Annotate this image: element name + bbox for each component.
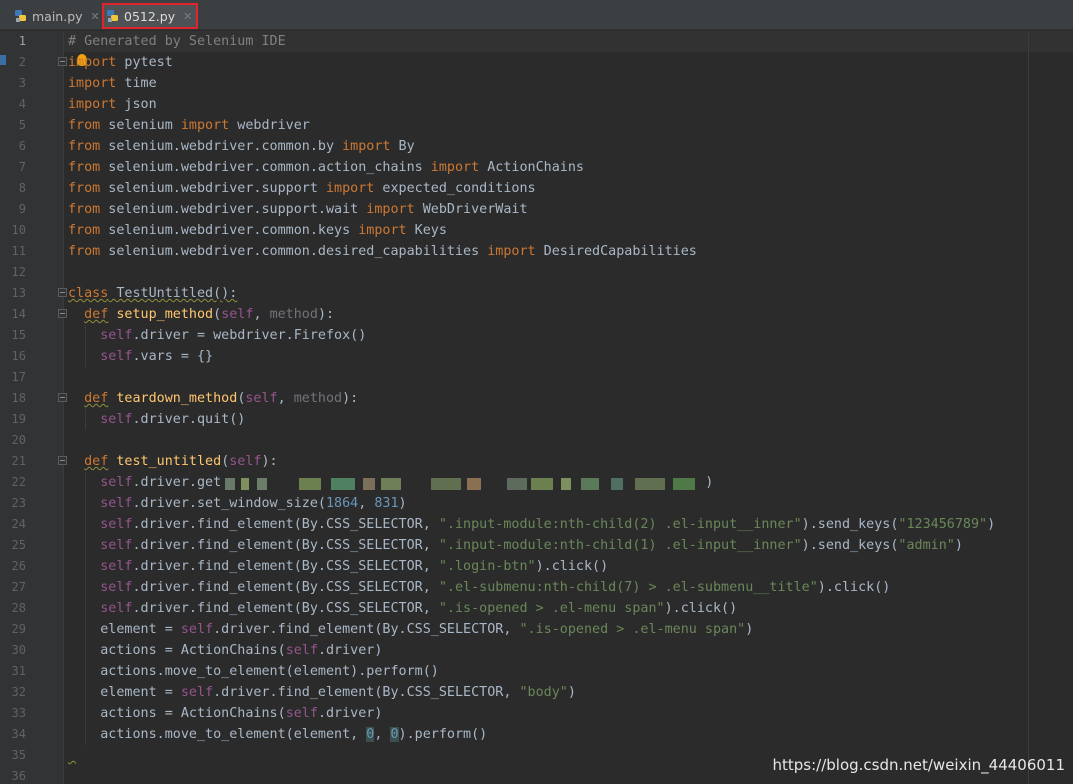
line-number: 3 — [18, 76, 26, 90]
line-number: 33 — [11, 706, 26, 720]
line-number: 6 — [18, 139, 26, 153]
line-number: 16 — [11, 349, 26, 363]
code-line-18: def teardown_method(self, method): — [84, 391, 359, 406]
code-line-7: from selenium.webdriver.common.action_ch… — [68, 160, 584, 175]
code-line-4: import json — [68, 97, 157, 112]
line-number: 34 — [11, 727, 26, 741]
line-number: 4 — [18, 97, 26, 111]
code-line-10: from selenium.webdriver.common.keys impo… — [68, 223, 447, 238]
line-number: 21 — [11, 454, 26, 468]
line-number: 11 — [11, 244, 26, 258]
code-line-16: self.vars = {} — [100, 349, 214, 364]
tab-0512-py[interactable]: 0512.py ✕ — [102, 3, 198, 29]
line-number: 5 — [18, 118, 26, 132]
line-number: 31 — [11, 664, 26, 678]
code-line-30: actions = ActionChains(self.driver) — [100, 643, 383, 658]
line-number: 27 — [11, 580, 26, 594]
python-file-icon — [107, 10, 118, 22]
code-line-34: actions.move_to_element(element, 0, 0).p… — [100, 727, 488, 742]
code-line-28: self.driver.find_element(By.CSS_SELECTOR… — [100, 601, 738, 616]
tab-label: 0512.py — [124, 8, 176, 24]
code-line-31: actions.move_to_element(element).perform… — [100, 664, 439, 679]
close-icon[interactable]: ✕ — [183, 10, 192, 23]
line-number: 17 — [11, 370, 26, 384]
line-number: 10 — [11, 223, 26, 237]
code-editor[interactable]: # Generated by Selenium IDE import pytes… — [65, 31, 1073, 784]
code-line-5: from selenium import webdriver — [68, 118, 310, 133]
line-number: 8 — [18, 181, 26, 195]
code-line-1: # Generated by Selenium IDE — [68, 34, 286, 49]
line-number: 12 — [11, 265, 26, 279]
line-number: 36 — [11, 769, 26, 783]
code-line-24: self.driver.find_element(By.CSS_SELECTOR… — [100, 517, 996, 532]
line-number: 9 — [18, 202, 26, 216]
code-line-8: from selenium.webdriver.support import e… — [68, 181, 536, 196]
code-line-32: element = self.driver.find_element(By.CS… — [100, 685, 576, 700]
editor-tab-bar: main.py ✕ 0512.py ✕ — [0, 0, 1073, 30]
line-number: 15 — [11, 328, 26, 342]
code-line-26: self.driver.find_element(By.CSS_SELECTOR… — [100, 559, 609, 574]
code-line-33: actions = ActionChains(self.driver) — [100, 706, 383, 721]
code-line-14: def setup_method(self, method): — [84, 307, 335, 322]
line-number: 28 — [11, 601, 26, 615]
line-number: 24 — [11, 517, 26, 531]
tab-main-py[interactable]: main.py ✕ — [10, 3, 100, 29]
line-number: 20 — [11, 433, 26, 447]
python-file-icon — [15, 10, 26, 22]
tool-window-marker — [0, 55, 6, 65]
line-number: 35 — [11, 748, 26, 762]
close-icon[interactable]: ✕ — [91, 10, 100, 23]
code-line-9: from selenium.webdriver.support.wait imp… — [68, 202, 528, 217]
line-number: 2 — [18, 55, 26, 69]
code-line-21: def test_untitled(self): — [84, 454, 278, 469]
line-number: 22 — [11, 475, 26, 489]
line-number: 14 — [11, 307, 26, 321]
code-line-19: self.driver.quit() — [100, 412, 246, 427]
line-number: 18 — [11, 391, 26, 405]
line-number: 29 — [11, 622, 26, 636]
ide-window: main.py ✕ 0512.py ✕ 1 2 3 4 5 6 7 8 9 10 11 12 13 14 1… — [0, 0, 1073, 784]
redacted-url — [221, 474, 705, 490]
code-line-29: element = self.driver.find_element(By.CS… — [100, 622, 754, 637]
line-number: 23 — [11, 496, 26, 510]
code-line-15: self.driver = webdriver.Firefox() — [100, 328, 367, 343]
line-number: 26 — [11, 559, 26, 573]
tab-label: main.py — [32, 8, 83, 24]
line-number: 1 — [18, 34, 26, 48]
tool-window-strip — [0, 31, 8, 784]
line-number: 32 — [11, 685, 26, 699]
line-number: 19 — [11, 412, 26, 426]
watermark: https://blog.csdn.net/weixin_44406011 — [772, 756, 1065, 774]
code-line-22: self.driver.get) — [100, 474, 714, 490]
code-line-2: import pytest — [68, 55, 173, 70]
code-line-23: self.driver.set_window_size(1864, 831) — [100, 496, 407, 511]
line-number: 13 — [11, 286, 26, 300]
line-number: 7 — [18, 160, 26, 174]
code-line-13: class TestUntitled(): — [68, 286, 238, 301]
code-line-6: from selenium.webdriver.common.by import… — [68, 139, 415, 154]
code-line-27: self.driver.find_element(By.CSS_SELECTOR… — [100, 580, 891, 595]
code-line-3: import time — [68, 76, 157, 91]
code-line-25: self.driver.find_element(By.CSS_SELECTOR… — [100, 538, 963, 553]
line-number: 25 — [11, 538, 26, 552]
code-line-11: from selenium.webdriver.common.desired_c… — [68, 244, 697, 259]
line-number: 30 — [11, 643, 26, 657]
